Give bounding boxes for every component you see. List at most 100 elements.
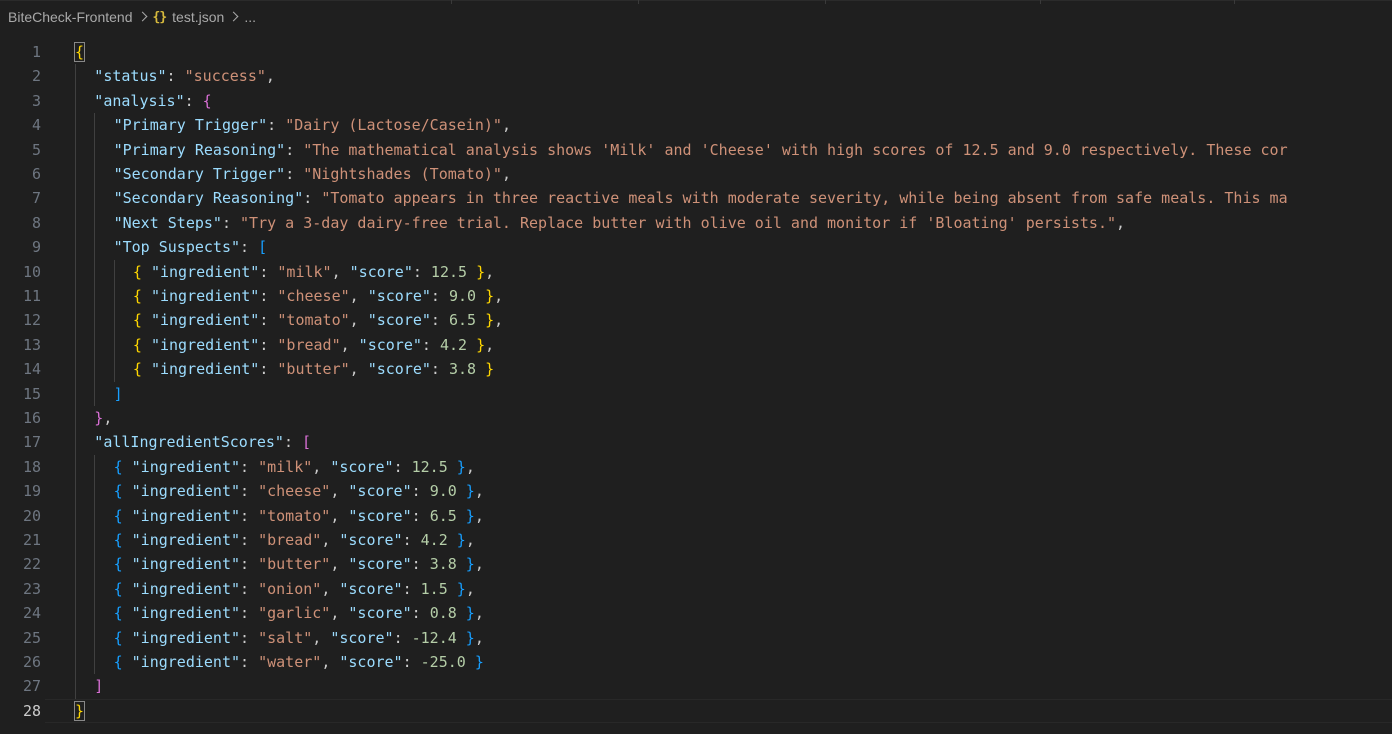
code-token: , [321,531,340,549]
code-token: "allIngredientScores" [94,433,284,452]
code-line[interactable]: 27] [0,674,1392,699]
indent-guide [75,454,76,480]
code-line[interactable]: 7 "Secondary Reasoning": "Tomato appears … [0,186,1392,211]
code-token: "score" [348,482,412,501]
code-token: "Dairy (Lactose/Casein)" [285,116,502,135]
code-token: 3.8 [429,555,457,574]
indent-guide [75,332,76,358]
code-token: , [485,335,495,354]
code-line[interactable]: 13 { "ingredient": "bread", "score": 4.2 … [0,332,1392,358]
code-token: "ingredient" [131,628,241,647]
indent-guide [94,235,96,260]
code-line[interactable]: 5 "Primary Reasoning": "The mathematical … [0,137,1392,162]
code-text: "allIngredientScores": [ [94,430,311,454]
code-text: { "ingredient": "butter", "score": 3.8 }… [114,552,484,576]
code-token: , [474,628,484,647]
breadcrumb-folder[interactable]: BiteCheck-Frontend [8,9,133,25]
code-line[interactable]: 28} [0,698,1392,724]
code-line[interactable]: 25 { "ingredient": "salt", "score": -12.4… [0,625,1392,650]
code-token: , [465,579,475,598]
code-line[interactable]: 16}, [0,406,1392,431]
code-token: "Next Steps" [113,213,222,232]
code-token: 4.2 [439,335,468,354]
code-line[interactable]: 14 { "ingredient": "butter", "score": 3.8… [0,357,1392,382]
code-line[interactable]: 6 "Secondary Trigger": "Nightshades (Toma… [0,162,1392,187]
code-token: -25.0 [420,653,466,671]
code-line[interactable]: 10 { "ingredient": "milk", "score": 12.5 … [0,259,1392,284]
indent-guide [75,430,76,455]
code-token: , [474,604,484,623]
code-token: : [303,189,322,208]
code-token: : [430,287,449,305]
code-token: : [411,506,430,525]
code-line[interactable]: 21 { "ingredient": "bread", "score": 4.2 … [0,528,1392,553]
breadcrumb-file[interactable]: test.json [172,9,224,25]
code-line[interactable]: 3 "analysis": { [0,88,1392,114]
code-line[interactable]: 20 { "ingredient": "tomato", "score": 6.5… [0,503,1392,528]
line-number: 6 [31,165,41,183]
code-token: "success" [184,67,266,86]
code-line[interactable]: 4 "Primary Trigger": "Dairy (Lactose/Case… [0,113,1392,138]
code-token: "ingredient" [131,506,241,525]
code-line[interactable]: 22 { "ingredient": "butter", "score": 3.8… [0,552,1392,577]
code-token: , [330,604,349,623]
indent-guide [94,576,96,602]
code-line[interactable]: 26 { "ingredient": "water", "score": -25.… [0,650,1392,675]
line-number: 9 [31,238,41,257]
code-line[interactable]: 11 { "ingredient": "cheese", "score": 9.0… [0,284,1392,309]
code-token: , [330,506,349,525]
code-editor[interactable]: 1{2 "status": "success", 3 "analysis": {4 "P… [0,34,1392,734]
code-token: "onion" [258,579,322,598]
code-text: { [73,40,86,64]
code-line[interactable]: 19 { "ingredient": "cheese", "score": 9.0… [0,479,1392,504]
indent-guide [94,210,96,236]
code-token: { [113,604,132,623]
indent-guide [113,308,115,333]
line-number: 1 [31,43,41,61]
code-token: : [393,628,412,647]
indent-guide [94,625,96,650]
line-number: 5 [31,140,41,159]
code-token: { [113,506,132,525]
code-text: { "ingredient": "cheese", "score": 9.0 }… [133,284,503,308]
code-line[interactable]: 24 { "ingredient": "garlic", "score": 0.8… [0,601,1392,626]
line-number: 7 [31,189,41,208]
code-text: "analysis": { [94,89,211,113]
indent-guide [75,576,76,602]
indent-guide [75,503,76,528]
code-line[interactable]: 2 "status": "success", [0,64,1392,89]
code-line[interactable]: 17 "allIngredientScores": [ [0,430,1392,455]
code-token: } [447,579,466,598]
code-token: "Try a 3-day dairy-free trial. Replace b… [240,213,1117,232]
code-line[interactable]: 18 { "ingredient": "milk", "score": 12.5 … [0,454,1392,480]
tab-divider [1234,0,1235,4]
code-token: } [476,360,495,379]
code-line[interactable]: 9 "Top Suspects": [ [0,235,1392,260]
code-token: , [474,482,484,501]
code-line[interactable]: 15] [0,381,1392,406]
code-token: 0.8 [429,604,457,623]
code-token: "score" [358,335,422,354]
breadcrumb-symbols[interactable]: ... [244,9,256,25]
code-line[interactable]: 8 "Next Steps": "Try a 3-day dairy-free t… [0,210,1392,236]
code-line[interactable]: 23 { "ingredient": "onion", "score": 1.5 … [0,576,1392,602]
code-token: : [184,91,203,110]
code-token: 9.0 [448,287,477,305]
code-token: : [402,531,421,549]
code-token: ] [113,384,123,403]
code-text: { "ingredient": "garlic", "score": 0.8 }… [114,601,484,625]
code-line[interactable]: 1{ [0,40,1392,64]
indent-guide [75,162,76,187]
indent-guide [94,552,96,577]
code-token: 12.5 [411,457,448,476]
code-line[interactable]: 12 { "ingredient": "tomato", "score": 6.5… [0,308,1392,333]
matched-bracket: { [73,42,86,62]
code-token: , [103,409,113,427]
line-number: 25 [22,628,41,647]
line-number: 8 [31,213,41,232]
line-number: 18 [22,457,41,476]
code-token: : [283,433,303,452]
code-text: "status": "success", [94,64,275,88]
line-number: 27 [22,677,41,696]
code-token: "Primary Trigger" [113,116,268,135]
